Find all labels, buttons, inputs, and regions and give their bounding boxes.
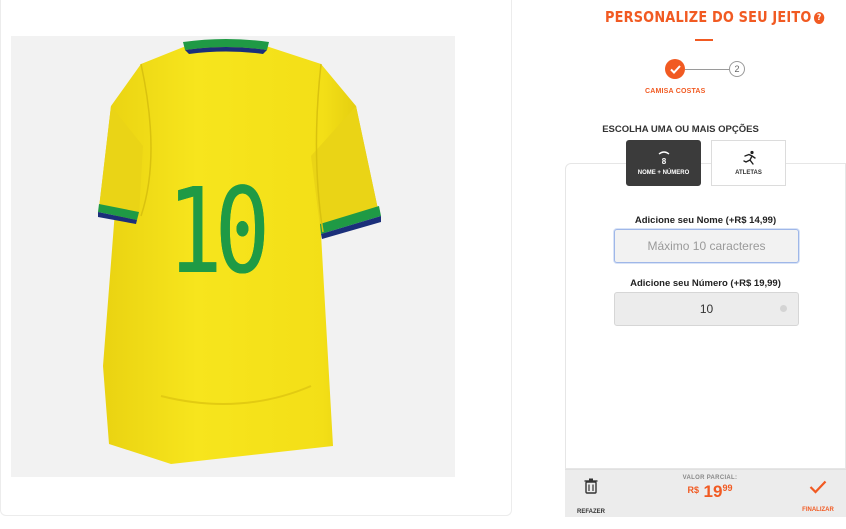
- trash-icon: [584, 478, 598, 494]
- customization-panel: PERSONALIZE DO SEU JEITO? 2 CAMISA COSTA…: [515, 0, 846, 529]
- option-athletes-label: ATLETAS: [735, 170, 762, 176]
- step-1-label: CAMISA COSTAS: [645, 88, 706, 95]
- name-input[interactable]: [614, 229, 799, 263]
- jersey-number: 10: [167, 162, 270, 300]
- jersey-preview-card: 10: [0, 0, 512, 516]
- jersey-number-icon: 8: [658, 151, 669, 166]
- options-heading: ESCOLHA UMA OU MAIS OPÇÕES: [602, 124, 759, 135]
- footer-bar: REFAZER VALOR PARCIAL: R$ 1999 FINALIZAR: [565, 469, 846, 517]
- option-name-number-label: NOME + NÚMERO: [637, 170, 690, 176]
- step-1-check-icon[interactable]: [665, 59, 685, 79]
- finish-label: FINALIZAR: [802, 507, 834, 513]
- title-divider: [695, 39, 713, 41]
- stepper-connector: [685, 69, 729, 70]
- price-cents: 99: [722, 483, 733, 493]
- price-integer: 19: [703, 482, 723, 501]
- partial-total-label: VALOR PARCIAL:: [682, 475, 738, 481]
- number-input[interactable]: [614, 292, 799, 326]
- undo-button[interactable]: REFAZER: [575, 478, 607, 518]
- svg-text:8: 8: [661, 157, 666, 166]
- runner-icon: [742, 150, 756, 165]
- stepper: 2: [663, 58, 753, 80]
- finish-button[interactable]: FINALIZAR: [793, 480, 843, 516]
- partial-total: VALOR PARCIAL: R$ 1999: [665, 475, 755, 502]
- option-athletes[interactable]: ATLETAS: [711, 140, 786, 186]
- question-circle-icon[interactable]: ?: [814, 12, 825, 24]
- number-clear-icon[interactable]: [780, 305, 787, 312]
- page-title: PERSONALIZE DO SEU JEITO?: [605, 8, 825, 26]
- jersey-preview: 10: [11, 36, 455, 477]
- step-2-indicator[interactable]: 2: [729, 61, 745, 77]
- check-icon: [809, 480, 827, 494]
- price-currency: R$: [687, 485, 700, 495]
- partial-total-price: R$ 1999: [665, 482, 755, 502]
- option-name-number[interactable]: 8 NOME + NÚMERO: [626, 140, 701, 186]
- number-field-label: Adicione seu Número (+R$ 19,99): [630, 278, 781, 289]
- undo-label: REFAZER: [576, 509, 605, 515]
- page-title-text: PERSONALIZE DO SEU JEITO: [605, 8, 812, 26]
- name-field-label: Adicione seu Nome (+R$ 14,99): [634, 215, 777, 226]
